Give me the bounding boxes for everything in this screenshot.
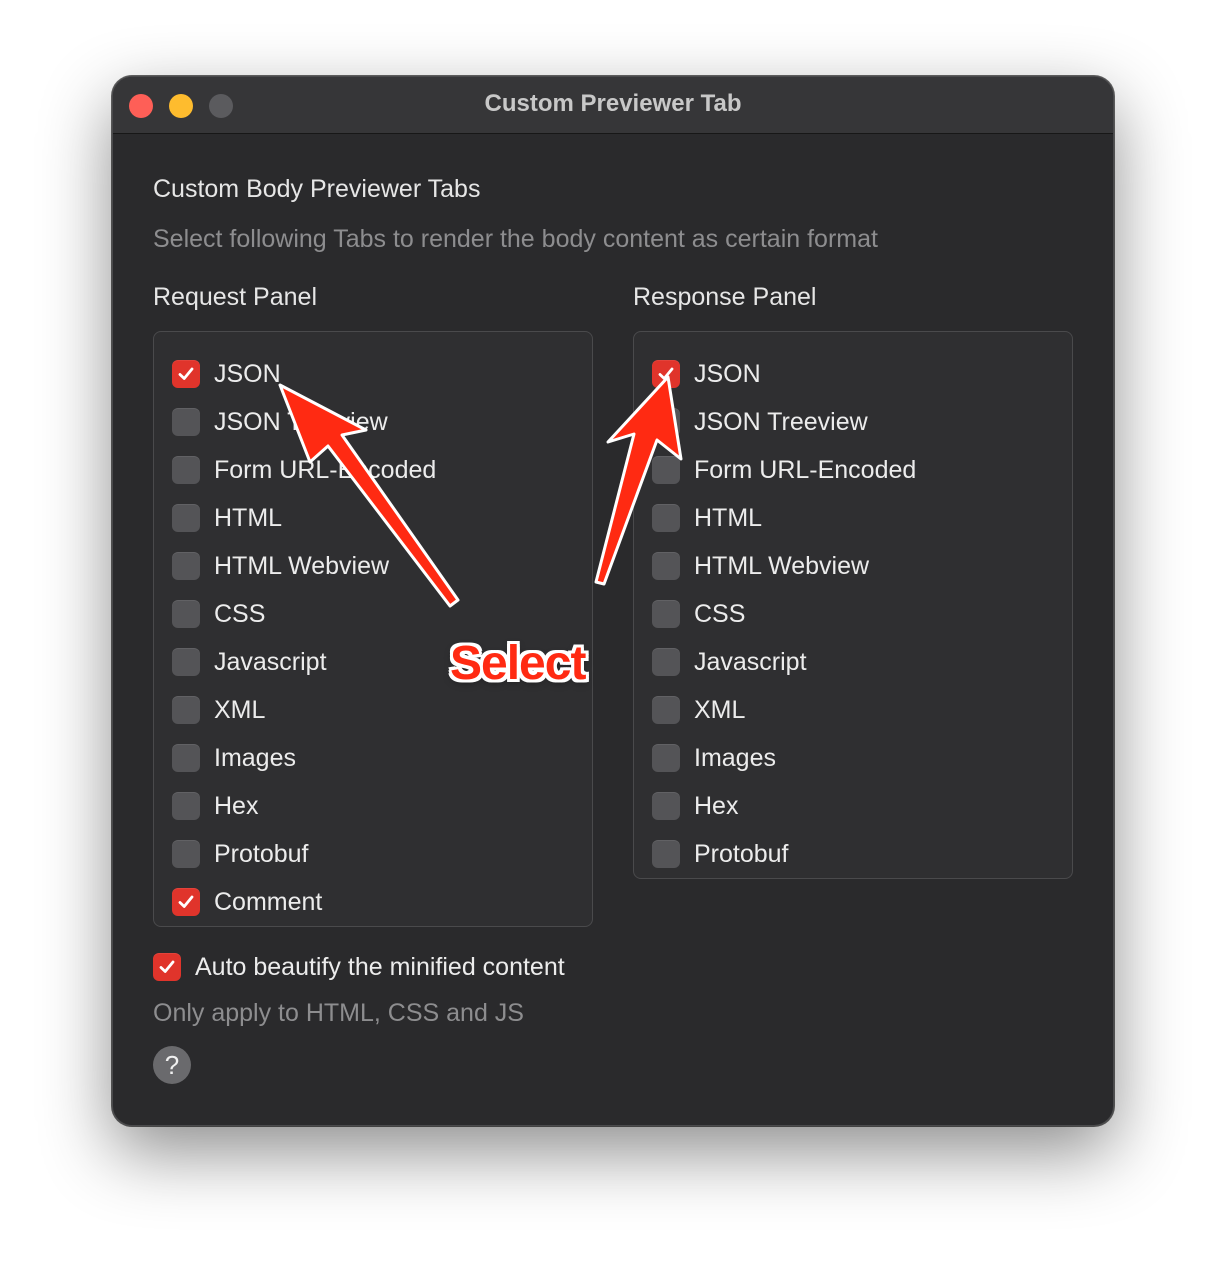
checkmark-icon [658,367,674,380]
response-options-list: JSON JSON Treeview Form URL-Encoded HTML HTM… [652,350,916,878]
request-option-label: Javascript [214,647,327,676]
request-checkbox[interactable] [172,504,200,532]
response-checkbox[interactable] [652,792,680,820]
request-checkbox[interactable] [172,840,200,868]
request-checkbox[interactable] [172,456,200,484]
request-checkbox[interactable] [172,792,200,820]
response-option-label: HTML Webview [694,551,870,580]
response-checkbox[interactable] [652,744,680,772]
auto-beautify-option[interactable]: Auto beautify the minified content [153,943,565,991]
response-option[interactable]: HTML [652,494,916,542]
request-option-label: JSON Treeview [214,407,388,436]
request-option[interactable]: Protobuf [172,830,436,878]
request-checkbox[interactable] [172,744,200,772]
request-option-label: Comment [214,887,323,916]
response-option-label: CSS [694,599,746,628]
response-checkbox[interactable] [652,648,680,676]
request-option-label: Form URL-Encoded [214,455,437,484]
request-option[interactable]: Hex [172,782,436,830]
response-option-label: Images [694,743,776,772]
request-option-label: JSON [214,359,281,388]
response-option[interactable]: Hex [652,782,916,830]
response-checkbox[interactable] [652,408,680,436]
response-option[interactable]: HTML Webview [652,542,916,590]
request-checkbox[interactable] [172,888,200,916]
response-checkbox[interactable] [652,456,680,484]
checkmark-icon [159,960,175,973]
section-heading: Custom Body Previewer Tabs [153,175,481,203]
response-option-label: XML [694,695,746,724]
request-panel-box: JSON JSON Treeview Form URL-Encoded HTML HTM… [153,331,593,927]
request-option[interactable]: Javascript [172,638,436,686]
response-option-label: JSON [694,359,761,388]
request-checkbox[interactable] [172,408,200,436]
response-option[interactable]: Images [652,734,916,782]
request-option[interactable]: JSON Treeview [172,398,436,446]
request-option[interactable]: CSS [172,590,436,638]
response-option[interactable]: CSS [652,590,916,638]
response-option[interactable]: Javascript [652,638,916,686]
window-title: Custom Previewer Tab [484,90,742,117]
request-option-label: Hex [214,791,259,820]
response-option[interactable]: Protobuf [652,830,916,878]
preferences-window: Custom Previewer Tab Custom Body Preview… [112,76,1114,1126]
request-checkbox[interactable] [172,552,200,580]
response-option[interactable]: JSON [652,350,916,398]
request-option-label: Protobuf [214,839,309,868]
response-option[interactable]: Form URL-Encoded [652,446,916,494]
request-panel-label: Request Panel [153,283,318,311]
response-checkbox[interactable] [652,552,680,580]
request-option[interactable]: Comment [172,878,436,926]
request-checkbox[interactable] [172,360,200,388]
response-checkbox[interactable] [652,840,680,868]
request-option-label: HTML Webview [214,551,390,580]
request-option-label: HTML [214,503,283,532]
screenshot-stage: Custom Previewer Tab Custom Body Preview… [0,0,1224,1272]
auto-beautify-checkbox[interactable] [153,953,181,981]
response-option[interactable]: JSON Treeview [652,398,916,446]
response-panel-label: Response Panel [633,283,817,311]
auto-beautify-note: Only apply to HTML, CSS and JS [153,999,524,1027]
response-option-label: Protobuf [694,839,789,868]
request-option[interactable]: HTML [172,494,436,542]
request-option-label: CSS [214,599,266,628]
request-checkbox[interactable] [172,648,200,676]
response-option-label: JSON Treeview [694,407,868,436]
section-description: Select following Tabs to render the body… [153,225,878,253]
response-option-label: Javascript [694,647,807,676]
response-panel-box: JSON JSON Treeview Form URL-Encoded HTML HTM… [633,331,1073,879]
response-checkbox[interactable] [652,696,680,724]
response-checkbox[interactable] [652,360,680,388]
request-options-list: JSON JSON Treeview Form URL-Encoded HTML HTM… [172,350,436,926]
request-checkbox[interactable] [172,696,200,724]
request-option[interactable]: JSON [172,350,436,398]
request-option[interactable]: Images [172,734,436,782]
response-option-label: HTML [694,503,763,532]
auto-beautify-label: Auto beautify the minified content [195,952,565,981]
request-checkbox[interactable] [172,600,200,628]
checkmark-icon [178,895,194,908]
annotation-select-text: Select [450,637,586,690]
checkmark-icon [178,367,194,380]
response-option-label: Hex [694,791,739,820]
request-option-label: Images [214,743,296,772]
request-option[interactable]: HTML Webview [172,542,436,590]
response-option[interactable]: XML [652,686,916,734]
response-checkbox[interactable] [652,600,680,628]
title-bar: Custom Previewer Tab [113,77,1113,134]
request-option[interactable]: Form URL-Encoded [172,446,436,494]
response-option-label: Form URL-Encoded [694,455,917,484]
request-option[interactable]: XML [172,686,436,734]
request-option-label: XML [214,695,266,724]
help-button[interactable]: ? [153,1046,191,1084]
response-checkbox[interactable] [652,504,680,532]
